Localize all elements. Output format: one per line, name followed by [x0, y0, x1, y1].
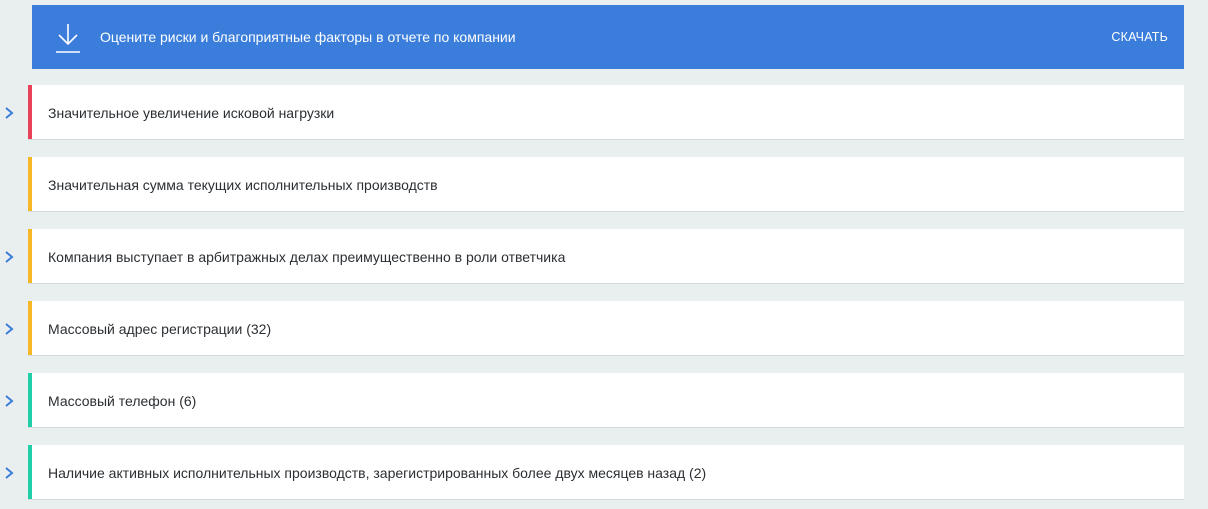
chevron-right-icon[interactable] [2, 393, 16, 409]
risk-level-indicator-red [28, 85, 32, 139]
chevron-right-icon[interactable] [2, 465, 16, 481]
risk-row: Массовый телефон (6) [0, 373, 1208, 429]
risk-row: Значительная сумма текущих исполнительны… [0, 157, 1208, 213]
risk-card[interactable]: Массовый адрес регистрации (32) [28, 301, 1184, 356]
risk-card: Значительная сумма текущих исполнительны… [28, 157, 1184, 212]
risk-text: Наличие активных исполнительных производ… [48, 465, 707, 481]
risk-text: Компания выступает в арбитражных делах п… [48, 249, 566, 265]
report-banner: Оцените риски и благоприятные факторы в … [32, 5, 1184, 69]
download-button[interactable]: СКАЧАТЬ [1111, 5, 1168, 69]
risk-level-indicator-yellow [28, 157, 32, 211]
risk-text: Значительное увеличение исковой нагрузки [48, 105, 335, 121]
risk-level-indicator-yellow [28, 301, 32, 355]
risk-level-indicator-green [28, 373, 32, 427]
risk-card[interactable]: Значительное увеличение исковой нагрузки [28, 85, 1184, 140]
risk-card[interactable]: Компания выступает в арбитражных делах п… [28, 229, 1184, 284]
risk-level-indicator-green [28, 445, 32, 499]
banner-text: Оцените риски и благоприятные факторы в … [100, 29, 516, 45]
risk-text: Массовый адрес регистрации (32) [48, 321, 272, 337]
risk-row: Массовый адрес регистрации (32) [0, 301, 1208, 357]
chevron-right-icon[interactable] [2, 105, 16, 121]
download-icon[interactable] [54, 22, 82, 54]
risk-level-indicator-yellow [28, 229, 32, 283]
risk-card[interactable]: Наличие активных исполнительных производ… [28, 445, 1184, 500]
risk-card[interactable]: Массовый телефон (6) [28, 373, 1184, 428]
chevron-right-icon[interactable] [2, 249, 16, 265]
risk-row: Наличие активных исполнительных производ… [0, 445, 1208, 501]
risk-row: Значительное увеличение исковой нагрузки [0, 85, 1208, 141]
chevron-right-icon[interactable] [2, 321, 16, 337]
risk-row: Компания выступает в арбитражных делах п… [0, 229, 1208, 285]
risk-text: Значительная сумма текущих исполнительны… [48, 177, 438, 193]
risk-text: Массовый телефон (6) [48, 393, 197, 409]
